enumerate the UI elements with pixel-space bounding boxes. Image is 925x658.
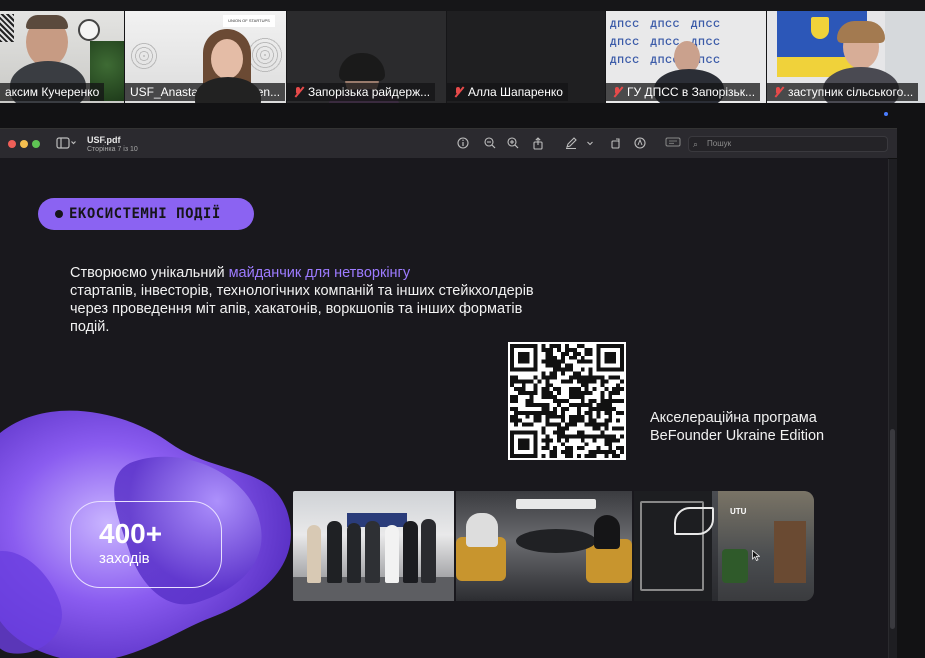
page-indicator-dot [884,112,888,116]
participant-name: Алла Шапаренко [447,83,568,101]
page-counter: Сторінка 7 із 10 [87,146,138,153]
section-tag: ЕКОСИСТЕМНІ ПОДІЇ [38,198,254,230]
event-photo-group [293,491,454,601]
event-photo-workshop [456,491,632,601]
scrollbar-thumb[interactable] [890,429,895,629]
event-photo-venue: UTU [634,491,814,601]
share-icon[interactable] [531,137,545,151]
participant-tile[interactable]: аксим Кучеренко [0,11,124,103]
qr-code [508,342,626,460]
highlight-icon[interactable] [664,137,682,151]
participant-strip: аксим Кучеренко UNION OF STARTUPS USF_An… [0,0,925,103]
participant-tile[interactable]: ДПСС ДПСС ДПСС ДПСС ДПСС ДПСС ДПСС ДПСС … [606,11,766,103]
stat-card: 400+ заходів [70,501,222,588]
highlighted-phrase: майданчик для нетворкінгу [228,265,411,281]
microphone-muted-icon [292,86,304,98]
mouse-cursor-icon [752,549,761,564]
section-tag-label: ЕКОСИСТЕМНІ ПОДІЇ [69,206,221,222]
zoom-out-icon[interactable] [483,137,497,151]
markup-icon[interactable] [564,137,578,151]
slide-body-text: Створюємо унікальний майданчик для нетво… [70,265,534,335]
stat-number: 400+ [99,518,163,549]
maximize-window-button[interactable] [32,140,40,148]
chevron-down-icon[interactable] [585,137,595,151]
participant-name: заступник сільського... [767,83,919,101]
stat-label: заходів [99,550,150,567]
microphone-muted-icon [611,86,623,98]
participant-name: ГУ ДПСС в Запорізьк... [606,83,761,101]
microphone-muted-icon [452,86,464,98]
venue-sign: UTU [730,507,747,516]
zoom-in-icon[interactable] [506,137,520,151]
accelerator-caption: Акселераційна програма BeFounder Ukraine… [650,410,825,444]
video-call-window: аксим Кучеренко UNION OF STARTUPS USF_An… [0,0,925,658]
participant-tile[interactable]: Запорізька райдерж... [287,11,446,103]
bullet-dot-icon [55,210,63,218]
info-icon[interactable] [456,137,470,151]
search-placeholder: Пошук [707,139,732,148]
annotate-icon[interactable] [633,137,647,151]
sidebar-toggle-icon[interactable] [56,137,78,151]
viewer-toolbar: USF.pdf Сторінка 7 із 10 ⌕ Пошук [0,129,897,159]
minimize-window-button[interactable] [20,140,28,148]
participant-name: аксим Кучеренко [0,83,105,101]
rotate-icon[interactable] [609,137,623,151]
pdf-page: ЕКОСИСТЕМНІ ПОДІЇ Створюємо унікальний м… [0,158,888,658]
close-window-button[interactable] [8,140,16,148]
participant-name: Запорізька райдерж... [287,83,436,101]
search-icon: ⌕ [693,139,699,149]
microphone-muted-icon [772,86,784,98]
participant-tile[interactable]: Алла Шапаренко [447,11,605,103]
participant-tile-active-speaker[interactable]: UNION OF STARTUPS USF_Anastasiia Kravche… [125,11,286,103]
file-name: USF.pdf [87,135,121,145]
backdrop-banner: UNION OF STARTUPS [223,15,275,27]
search-input[interactable]: ⌕ Пошук [688,136,888,152]
participant-tile[interactable]: заступник сільського... [767,11,925,103]
